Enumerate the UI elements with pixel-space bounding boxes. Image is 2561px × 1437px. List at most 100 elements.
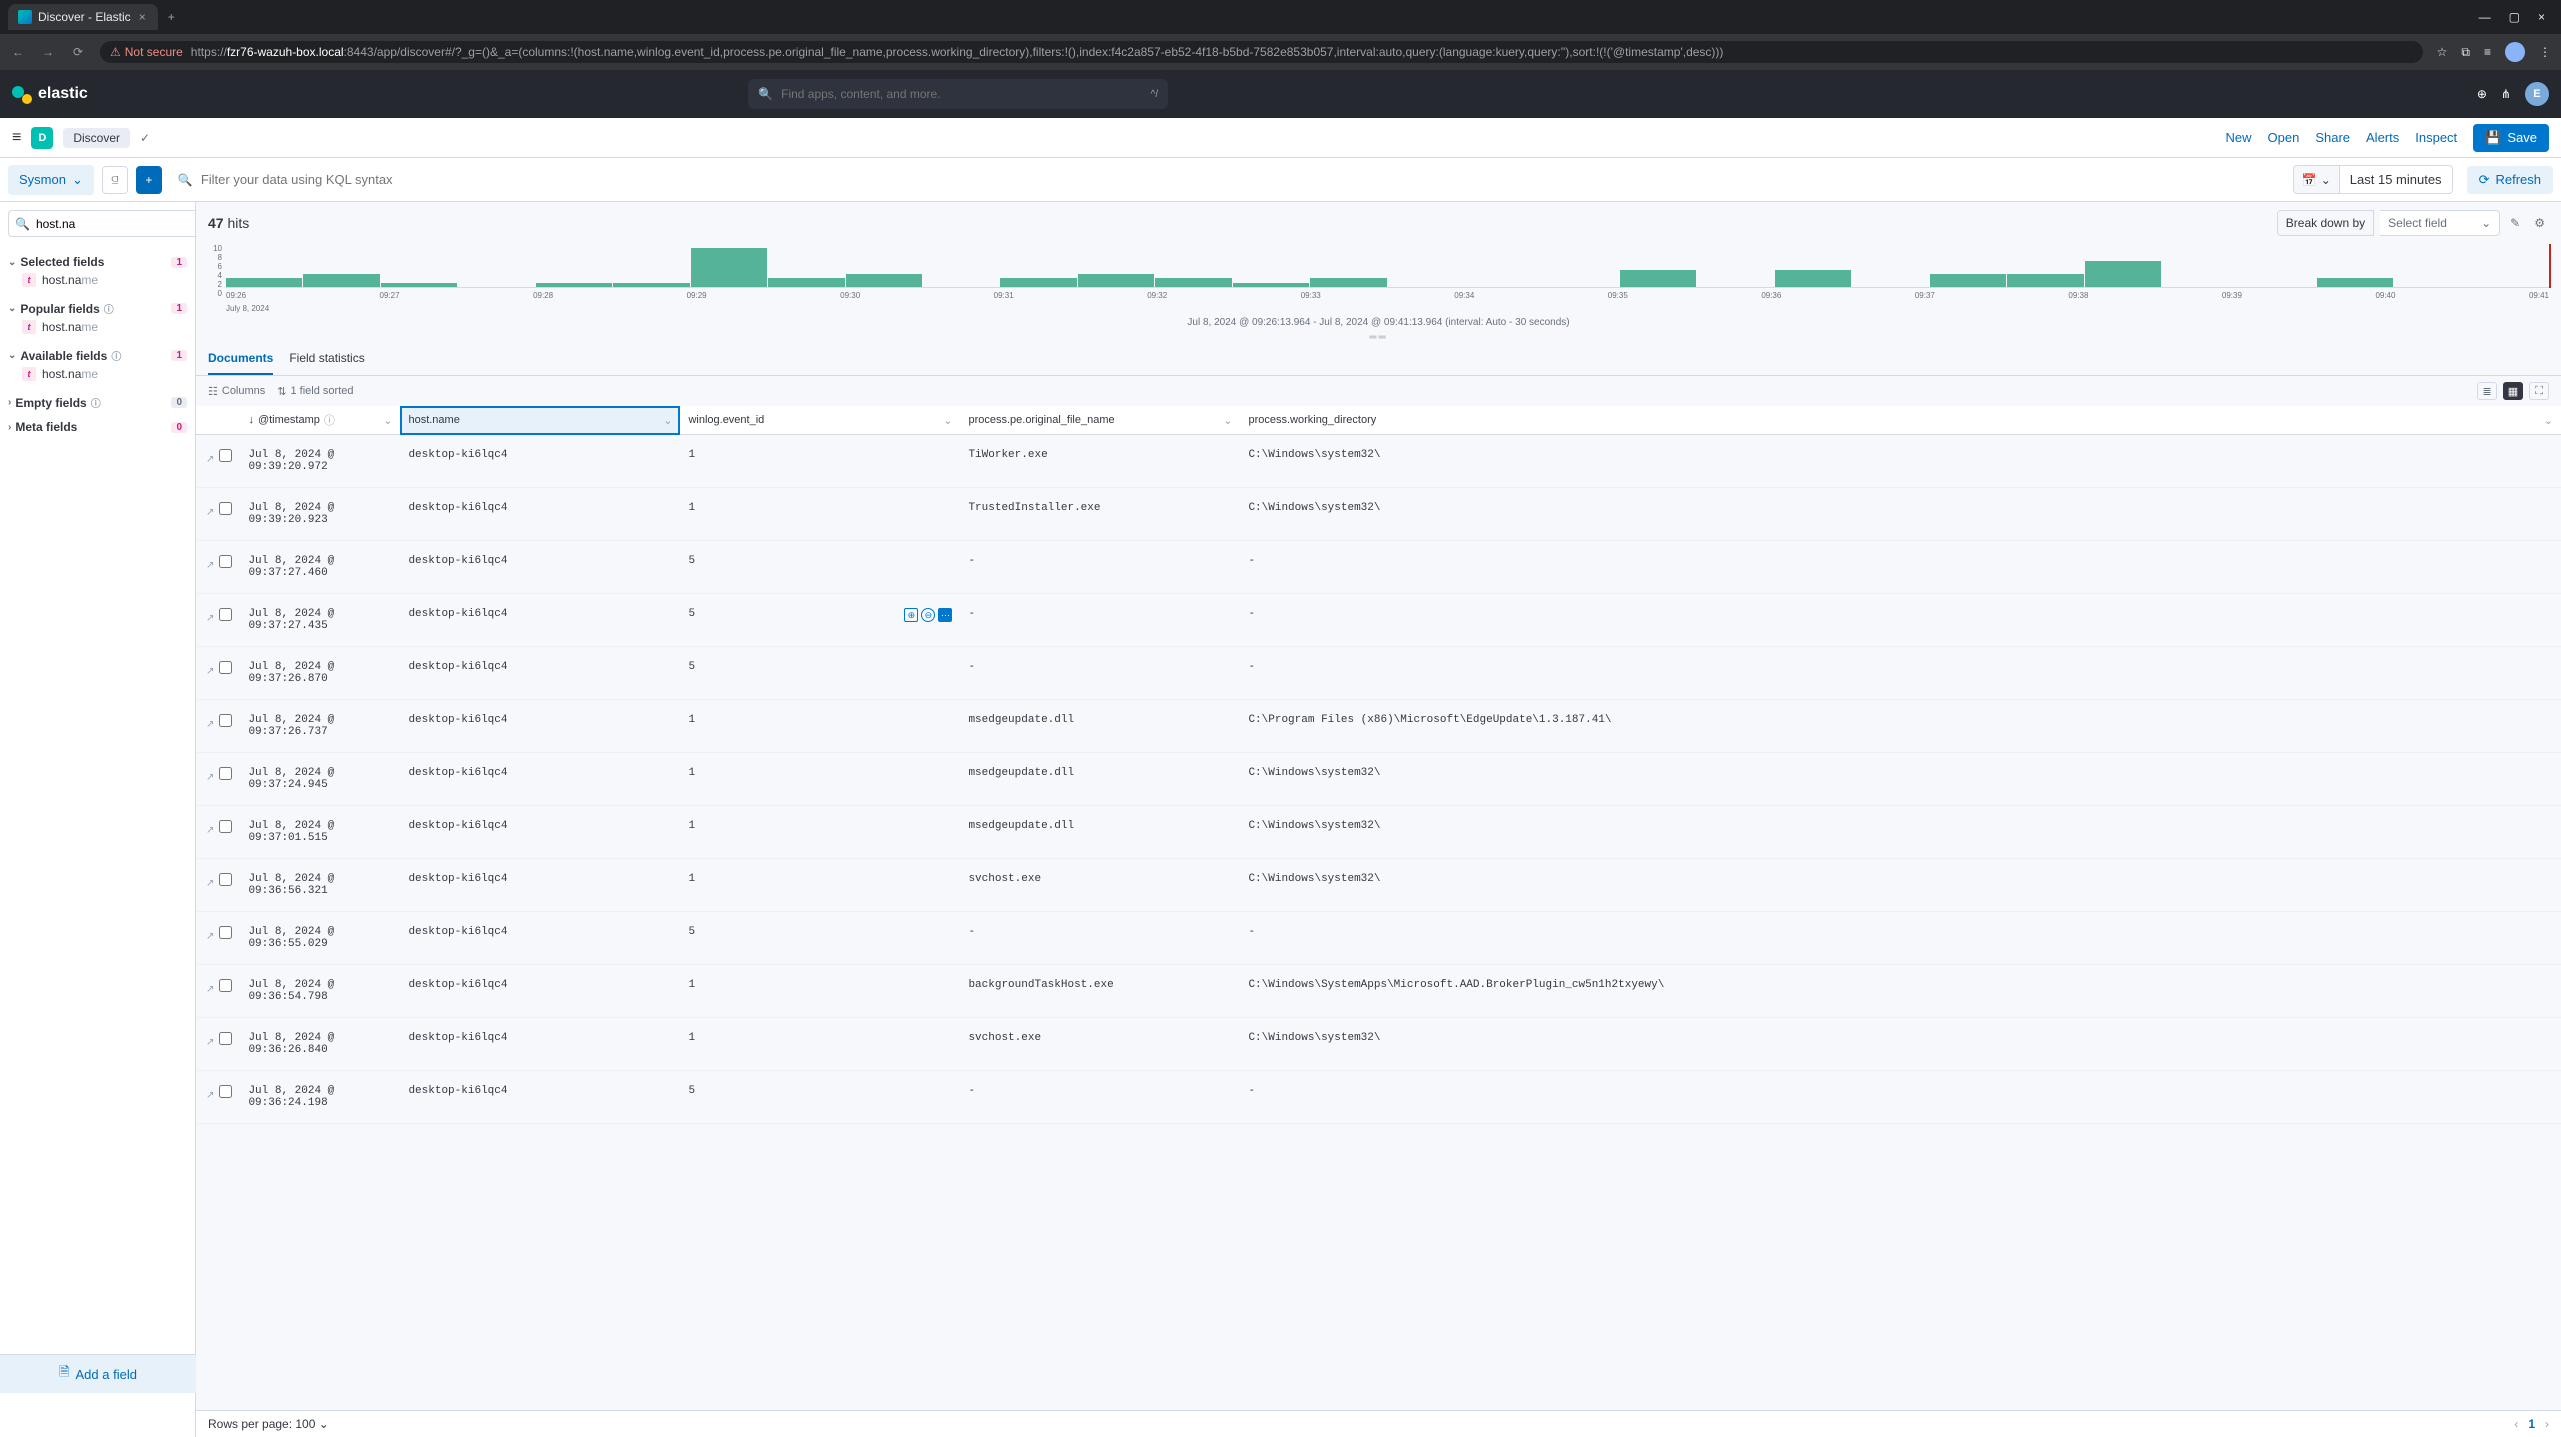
expand-row-icon[interactable]: ↗ xyxy=(204,719,216,730)
help-icon[interactable]: ⊕ xyxy=(2477,87,2487,101)
row-checkbox[interactable] xyxy=(219,979,232,992)
table-row[interactable]: ↗ Jul 8, 2024 @ 09:36:54.798desktop-ki6l… xyxy=(196,965,2561,1018)
kql-input[interactable] xyxy=(201,172,2277,187)
table-row[interactable]: ↗ Jul 8, 2024 @ 09:37:24.945desktop-ki6l… xyxy=(196,753,2561,806)
histogram-bar[interactable] xyxy=(1000,278,1076,287)
histogram-bar[interactable] xyxy=(2085,261,2161,287)
col-workdir[interactable]: process.working_directory⌄ xyxy=(1240,406,2561,435)
column-menu-icon[interactable]: ⌄ xyxy=(663,414,672,427)
table-row[interactable]: ↗ Jul 8, 2024 @ 09:36:56.321desktop-ki6l… xyxy=(196,859,2561,912)
next-page-button[interactable]: › xyxy=(2545,1417,2549,1431)
popular-fields-header[interactable]: ⌄ Popular fields ⓘ 1 xyxy=(8,301,187,316)
row-checkbox[interactable] xyxy=(219,1032,232,1045)
tab-field-statistics[interactable]: Field statistics xyxy=(289,343,364,375)
histogram-bar[interactable] xyxy=(2007,274,2083,287)
row-checkbox[interactable] xyxy=(219,449,232,462)
table-row[interactable]: ↗ Jul 8, 2024 @ 09:36:26.840desktop-ki6l… xyxy=(196,1018,2561,1071)
elastic-logo[interactable]: elastic xyxy=(12,84,88,104)
maximize-icon[interactable]: ▢ xyxy=(2509,10,2520,24)
histogram-bar[interactable] xyxy=(1310,278,1386,287)
browser-tab[interactable]: Discover - Elastic × xyxy=(8,4,158,30)
row-checkbox[interactable] xyxy=(219,555,232,568)
not-secure-badge[interactable]: ⚠ Not secure xyxy=(110,45,183,59)
field-search-input[interactable] xyxy=(36,217,191,231)
space-badge[interactable]: D xyxy=(31,127,53,149)
extensions-icon[interactable]: ⧉ xyxy=(2461,45,2470,60)
histogram-chart[interactable]: 1086420 09:2609:2709:2809:2909:3009:3109… xyxy=(226,244,2549,300)
filter-plus-icon[interactable]: ⊕ xyxy=(904,608,918,622)
global-search[interactable]: 🔍 ^/ xyxy=(748,79,1168,109)
expand-row-icon[interactable]: ↗ xyxy=(204,878,216,889)
sort-button[interactable]: ⇅1 field sorted xyxy=(277,385,353,398)
expand-row-icon[interactable]: ↗ xyxy=(204,507,216,518)
url-box[interactable]: ⚠ Not secure https://fzr76-wazuh-box.loc… xyxy=(100,41,2423,63)
column-menu-icon[interactable]: ⌄ xyxy=(943,414,952,427)
new-button[interactable]: New xyxy=(2225,130,2251,145)
expand-row-icon[interactable]: ↗ xyxy=(204,931,216,942)
tab-documents[interactable]: Documents xyxy=(208,343,273,375)
view-list-icon[interactable]: ≣ xyxy=(2477,382,2497,400)
row-checkbox[interactable] xyxy=(219,926,232,939)
row-checkbox[interactable] xyxy=(219,502,232,515)
histogram-bar[interactable] xyxy=(303,274,379,287)
save-button[interactable]: 💾 Save xyxy=(2473,124,2549,152)
histogram-bar[interactable] xyxy=(2317,278,2393,287)
info-icon[interactable]: ⓘ xyxy=(324,412,335,428)
table-row[interactable]: ↗ Jul 8, 2024 @ 09:37:27.435desktop-ki6l… xyxy=(196,594,2561,647)
fullscreen-icon[interactable]: ⛶ xyxy=(2529,382,2549,400)
histogram-bar[interactable] xyxy=(536,283,612,287)
row-checkbox[interactable] xyxy=(219,714,232,727)
add-field-button[interactable]: 🗎 Add a field xyxy=(0,1354,196,1393)
histogram-bar[interactable] xyxy=(768,278,844,287)
rows-per-page[interactable]: Rows per page: 100 ⌄ xyxy=(208,1417,329,1431)
empty-fields-header[interactable]: › Empty fields ⓘ 0 xyxy=(8,395,187,410)
histogram-bar[interactable] xyxy=(846,274,922,287)
row-checkbox[interactable] xyxy=(219,608,232,621)
alerts-button[interactable]: Alerts xyxy=(2366,130,2399,145)
chart-options-icon[interactable]: ⚙ xyxy=(2530,216,2549,230)
expand-row-icon[interactable]: ↗ xyxy=(204,454,216,465)
histogram-bar[interactable] xyxy=(381,283,457,287)
row-checkbox[interactable] xyxy=(219,661,232,674)
expand-row-icon[interactable]: ↗ xyxy=(204,666,216,677)
info-icon[interactable]: ⓘ xyxy=(91,395,101,410)
row-checkbox[interactable] xyxy=(219,820,232,833)
table-row[interactable]: ↗ Jul 8, 2024 @ 09:37:01.515desktop-ki6l… xyxy=(196,806,2561,859)
table-row[interactable]: ↗ Jul 8, 2024 @ 09:39:20.972desktop-ki6l… xyxy=(196,435,2561,488)
column-menu-icon[interactable]: ⌄ xyxy=(383,414,392,427)
histogram-bar[interactable] xyxy=(1233,283,1309,287)
expand-row-icon[interactable]: ↗ xyxy=(204,825,216,836)
results-grid[interactable]: ↓@timestamp ⓘ⌄ host.name⌄ winlog.event_i… xyxy=(196,406,2561,1410)
table-row[interactable]: ↗ Jul 8, 2024 @ 09:39:20.923desktop-ki6l… xyxy=(196,488,2561,541)
histogram-bar[interactable] xyxy=(1930,274,2006,287)
refresh-button[interactable]: ⟳ Refresh xyxy=(2467,166,2553,194)
col-origfile[interactable]: process.pe.original_file_name⌄ xyxy=(960,406,1240,435)
expand-row-icon[interactable]: ↗ xyxy=(204,1037,216,1048)
reading-list-icon[interactable]: ≡ xyxy=(2484,45,2491,59)
profile-avatar[interactable] xyxy=(2505,42,2525,62)
prev-page-button[interactable]: ‹ xyxy=(2514,1417,2518,1431)
view-grid-icon[interactable]: ▦ xyxy=(2503,382,2523,400)
expand-row-icon[interactable]: ↗ xyxy=(204,772,216,783)
new-tab-button[interactable]: + xyxy=(158,10,185,24)
info-icon[interactable]: ⓘ xyxy=(104,301,114,316)
share-button[interactable]: Share xyxy=(2315,130,2350,145)
star-icon[interactable]: ☆ xyxy=(2437,45,2448,59)
table-row[interactable]: ↗ Jul 8, 2024 @ 09:36:24.198desktop-ki6l… xyxy=(196,1071,2561,1124)
col-eventid[interactable]: winlog.event_id⌄ xyxy=(680,406,960,435)
histogram-bar[interactable] xyxy=(1620,270,1696,287)
info-icon[interactable]: ⓘ xyxy=(111,348,121,363)
row-checkbox[interactable] xyxy=(219,873,232,886)
col-hostname[interactable]: host.name⌄ xyxy=(400,406,680,435)
reload-icon[interactable]: ⟳ xyxy=(70,45,86,59)
histogram-bar[interactable] xyxy=(1775,270,1851,287)
close-window-icon[interactable]: × xyxy=(2538,10,2545,24)
expand-row-icon[interactable]: ↗ xyxy=(204,613,216,624)
time-quick-button[interactable]: 📅 ⌄ xyxy=(2293,165,2340,194)
open-button[interactable]: Open xyxy=(2268,130,2300,145)
breadcrumb[interactable]: Discover xyxy=(63,128,130,148)
time-range-button[interactable]: Last 15 minutes xyxy=(2340,165,2453,194)
filter-toggle-icon[interactable]: ⫑ xyxy=(102,166,128,194)
table-row[interactable]: ↗ Jul 8, 2024 @ 09:37:26.737desktop-ki6l… xyxy=(196,700,2561,753)
cell-actions-icon[interactable]: ⋯ xyxy=(938,608,952,622)
